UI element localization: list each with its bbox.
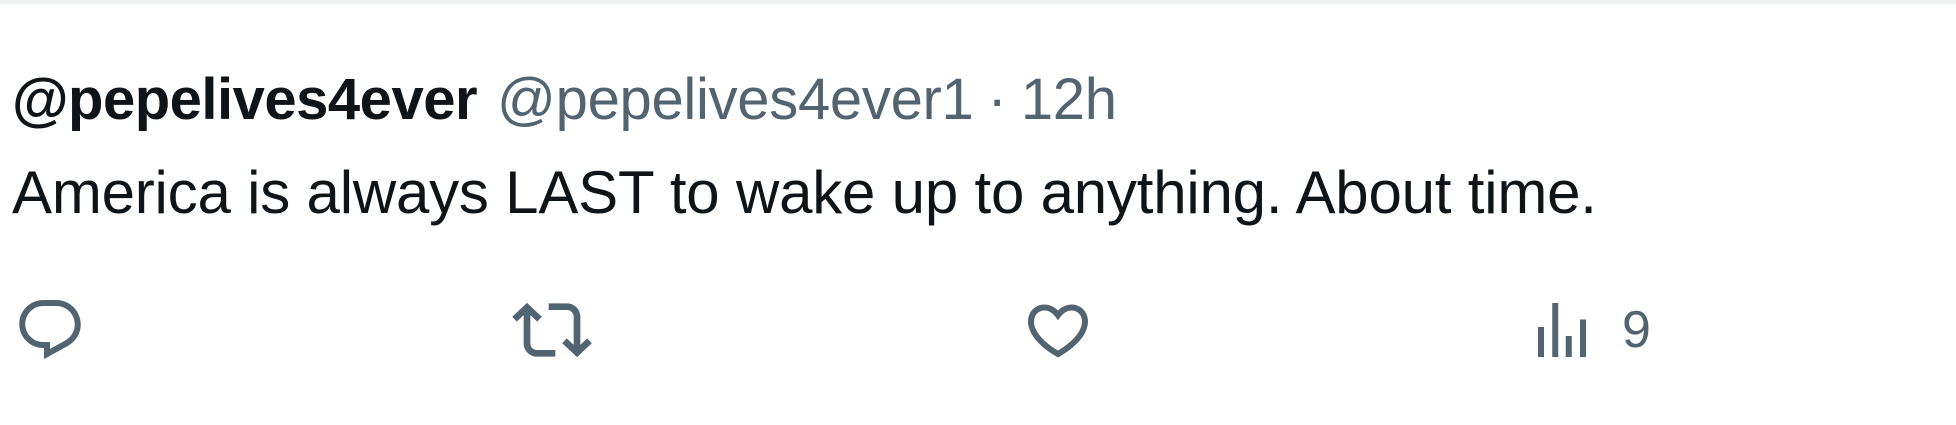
display-name[interactable]: @pepelives4ever xyxy=(12,66,478,133)
user-handle[interactable]: @pepelives4ever1 xyxy=(497,66,974,133)
reply-button[interactable] xyxy=(14,290,86,370)
heart-icon xyxy=(1027,304,1089,358)
timestamp[interactable]: 12h xyxy=(1021,66,1117,133)
action-bar: 9 xyxy=(0,290,1956,370)
views-count: 9 xyxy=(1622,301,1651,359)
tweet-card[interactable]: @pepelives4ever @pepelives4ever1 · 12h A… xyxy=(0,0,1956,425)
reply-icon xyxy=(19,300,81,360)
views-icon xyxy=(1538,303,1586,357)
retweet-icon xyxy=(512,302,592,358)
tweet-text: America is always LAST to wake up to any… xyxy=(12,159,1597,226)
tweet-header: @pepelives4ever @pepelives4ever1 · 12h xyxy=(12,66,1117,136)
separator-dot: · xyxy=(987,67,1007,132)
like-button[interactable] xyxy=(1022,290,1094,370)
retweet-button[interactable] xyxy=(512,290,592,370)
views-button[interactable]: 9 xyxy=(1526,290,1651,370)
